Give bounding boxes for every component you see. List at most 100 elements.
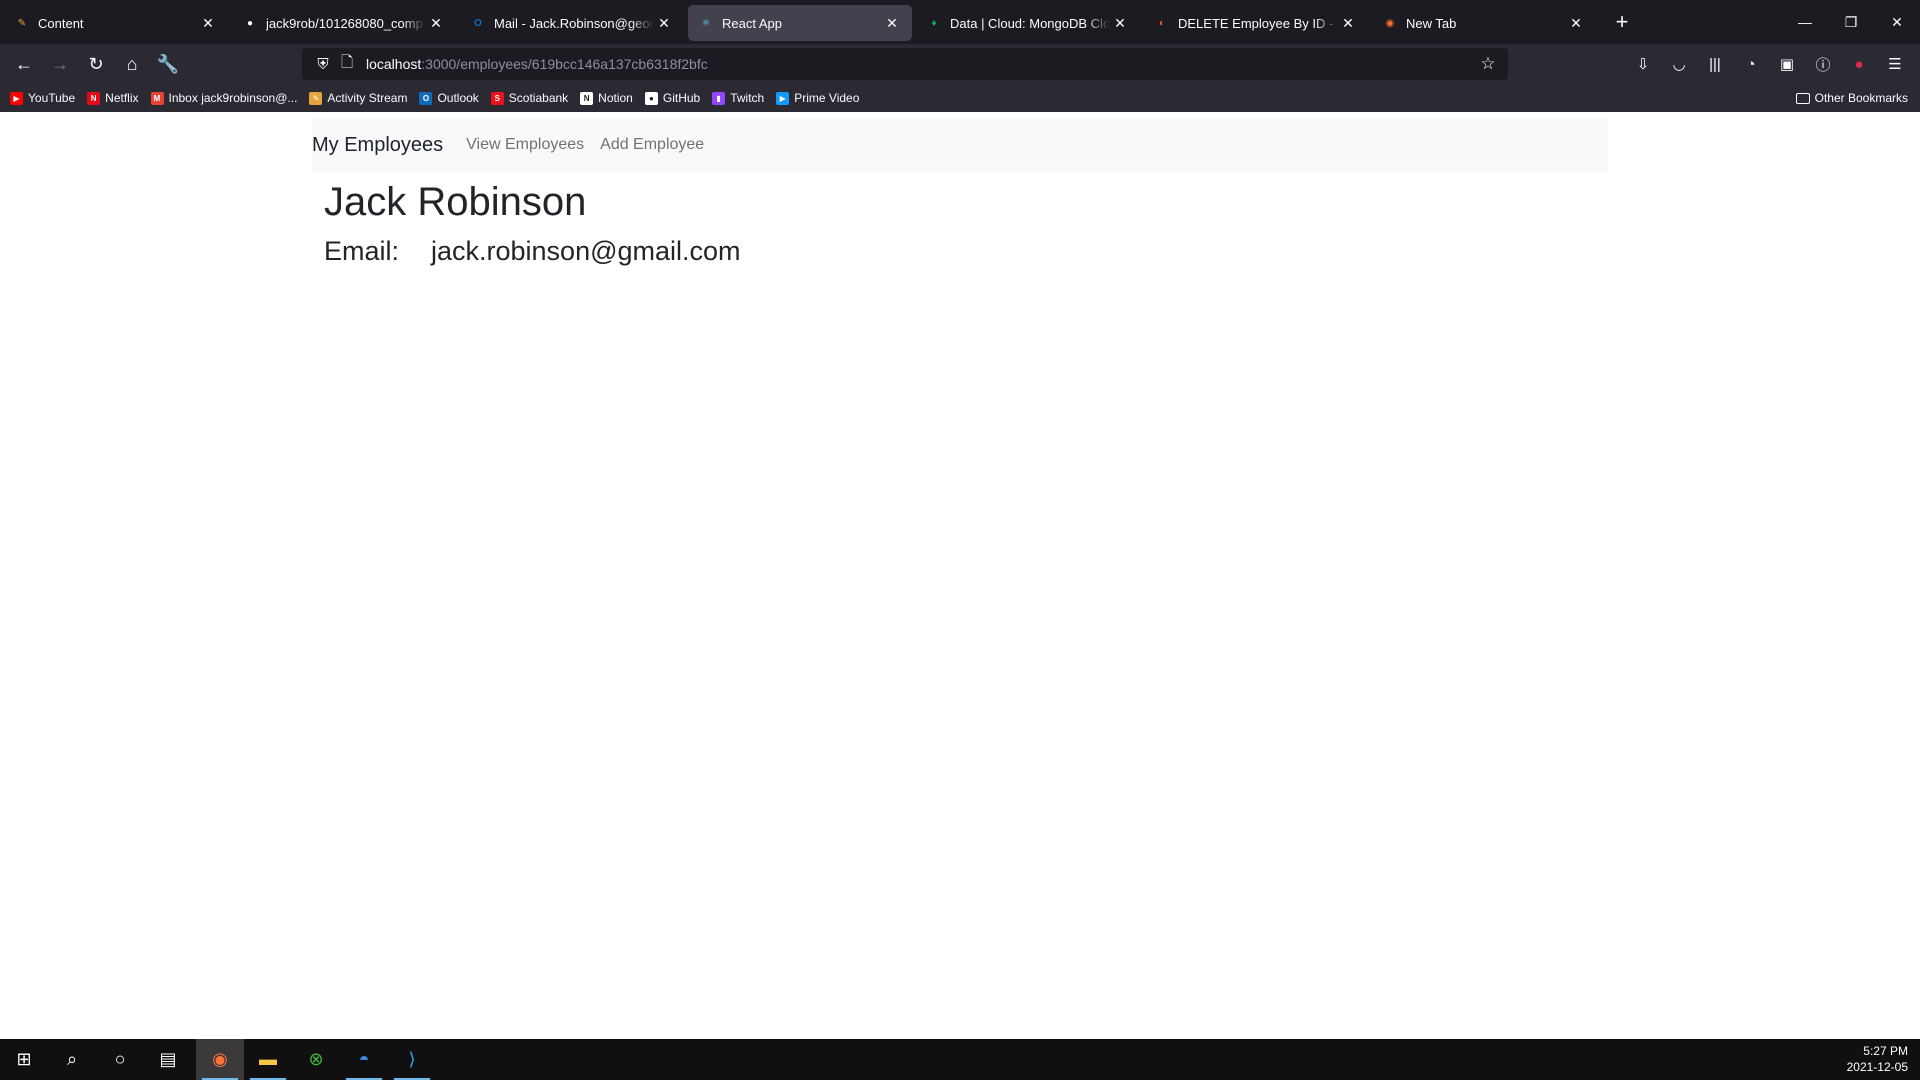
- close-window-button[interactable]: ✕: [1874, 0, 1920, 44]
- browser-tab[interactable]: O Mail - Jack.Robinson@georgebrown✕: [460, 5, 684, 41]
- bookmark-item[interactable]: S Scotiabank: [490, 91, 569, 105]
- navbar-brand[interactable]: My Employees: [312, 134, 443, 157]
- bookmark-label: Outlook: [437, 91, 479, 105]
- close-tab-icon[interactable]: ✕: [198, 13, 218, 33]
- url-host: localhost: [366, 56, 422, 72]
- bookmark-label: Netflix: [105, 91, 139, 105]
- extension-lock-icon[interactable]: ●: [1847, 52, 1871, 76]
- bookmark-item[interactable]: ▶ Prime Video: [776, 91, 859, 105]
- browser-tab[interactable]: ● jack9rob/101268080_comp3123✕: [232, 5, 456, 41]
- bookmark-favicon-icon: ✎: [309, 91, 323, 105]
- bookmark-label: Activity Stream: [327, 91, 408, 105]
- bookmark-item[interactable]: M Inbox jack9robinson@...: [150, 91, 298, 105]
- start-button[interactable]: ⊞: [0, 1039, 48, 1080]
- bookmark-label: Twitch: [730, 91, 765, 105]
- new-tab-button[interactable]: +: [1606, 6, 1638, 38]
- minimize-window-button[interactable]: —: [1782, 0, 1828, 44]
- customize-wrench-button[interactable]: 🔧: [154, 50, 182, 78]
- library-icon[interactable]: |||: [1703, 52, 1727, 76]
- home-button[interactable]: ⌂: [118, 50, 146, 78]
- close-tab-icon[interactable]: ✕: [426, 13, 446, 33]
- file-explorer-taskbar-icon[interactable]: ▬: [244, 1039, 292, 1080]
- close-tab-icon[interactable]: ✕: [882, 13, 902, 33]
- tab-favicon-icon: ♦: [931, 17, 937, 29]
- menu-hamburger-icon[interactable]: ☰: [1883, 52, 1907, 76]
- tab-title: Data | Cloud: MongoDB Cloud: [950, 15, 1110, 31]
- clock-time: 5:27 PM: [1863, 1044, 1908, 1058]
- folder-icon: [1795, 92, 1810, 104]
- extension-k-icon[interactable]: ▣: [1775, 52, 1799, 76]
- tracking-protection-shield-icon[interactable]: ⛨: [312, 56, 334, 73]
- tab-favicon-icon: ⚛: [701, 17, 711, 29]
- tab-favicon-icon: ●: [246, 17, 254, 29]
- bookmark-item[interactable]: N Notion: [580, 91, 633, 105]
- tab-title: Content: [38, 15, 84, 31]
- bookmark-favicon-icon: O: [419, 91, 433, 105]
- close-tab-icon[interactable]: ✕: [1338, 13, 1358, 33]
- close-tab-icon[interactable]: ✕: [654, 13, 674, 33]
- browser-tab[interactable]: ⚛ React App ✕: [688, 5, 912, 41]
- vscode-taskbar-icon[interactable]: ⟩: [388, 1039, 436, 1080]
- page-info-icon[interactable]: 🗋: [336, 52, 358, 77]
- bookmark-favicon-icon: N: [87, 91, 101, 105]
- bookmark-item[interactable]: ▶ YouTube: [10, 91, 75, 105]
- restore-window-button[interactable]: ❐: [1828, 0, 1874, 44]
- url-text[interactable]: localhost:3000/employees/619bcc146a137cb…: [366, 56, 708, 72]
- bookmark-label: Inbox jack9robinson@...: [168, 91, 298, 105]
- bookmark-favicon-icon: ▮: [712, 91, 726, 105]
- nav-link-add-employee[interactable]: Add Employee: [600, 136, 704, 154]
- bookmark-label: Scotiabank: [508, 91, 569, 105]
- employee-email-row: Email: jack.robinson@gmail.com: [324, 236, 741, 267]
- tab-favicon-icon: O: [474, 17, 482, 29]
- windows-taskbar: ⊞ ⌕ ○ ▤ ◉ ▬ ⊗ ◓ ⟩ 5:27 PM 2021-12-05: [0, 1039, 1920, 1080]
- password-manager-icon[interactable]: ⓘ: [1811, 52, 1835, 76]
- bookmark-item[interactable]: ● GitHub: [644, 91, 700, 105]
- search-icon[interactable]: ⌕: [48, 1039, 96, 1080]
- task-view-icon[interactable]: ▤: [144, 1039, 192, 1080]
- other-bookmarks-button[interactable]: Other Bookmarks: [1795, 84, 1908, 112]
- navigation-toolbar: ← → ↻ ⌂ 🔧 ⛨ 🗋 localhost:3000/employees/6…: [0, 44, 1920, 84]
- app-navbar: My Employees View Employees Add Employee: [312, 118, 1608, 172]
- bookmark-label: Notion: [598, 91, 633, 105]
- pocket-icon[interactable]: ◡: [1667, 52, 1691, 76]
- tab-title: React App: [722, 15, 782, 31]
- tab-favicon-icon: ◉: [1385, 17, 1395, 29]
- url-path: :3000/employees/619bcc146a137cb6318f2bfc: [421, 56, 708, 72]
- bookmark-item[interactable]: ✎ Activity Stream: [309, 91, 407, 105]
- clock-date: 2021-12-05: [1846, 1060, 1908, 1074]
- browser-tab[interactable]: ◐ DELETE Employee By ID - comp3123✕: [1144, 5, 1368, 41]
- bookmark-label: Prime Video: [794, 91, 860, 105]
- back-button[interactable]: ←: [10, 50, 38, 78]
- email-label: Email:: [324, 236, 400, 266]
- downloads-icon[interactable]: ⇩: [1631, 52, 1655, 76]
- email-value: jack.robinson@gmail.com: [431, 236, 741, 266]
- close-tab-icon[interactable]: ✕: [1110, 13, 1130, 33]
- xbox-taskbar-icon[interactable]: ⊗: [292, 1039, 340, 1080]
- tab-title: Mail - Jack.Robinson@georgebrown: [494, 15, 654, 31]
- bookmark-star-icon[interactable]: ☆: [1476, 52, 1500, 76]
- browser-tab[interactable]: ♦ Data | Cloud: MongoDB Cloud ✕: [916, 5, 1140, 41]
- close-tab-icon[interactable]: ✕: [1566, 13, 1586, 33]
- forward-button[interactable]: →: [46, 50, 74, 78]
- browser-tab[interactable]: ◉ New Tab ✕: [1372, 5, 1596, 41]
- tab-favicon-icon: ◐: [1158, 17, 1166, 29]
- tab-list: ✎Content✕●jack9rob/101268080_comp3123✕OM…: [0, 0, 1596, 44]
- bookmark-item[interactable]: O Outlook: [419, 91, 479, 105]
- other-bookmarks-label: Other Bookmarks: [1814, 91, 1908, 105]
- app-taskbar-icon[interactable]: ◓: [340, 1039, 388, 1080]
- cortana-icon[interactable]: ○: [96, 1039, 144, 1080]
- firefox-taskbar-icon[interactable]: ◉: [196, 1039, 244, 1080]
- tab-title: jack9rob/101268080_comp3123: [266, 15, 426, 31]
- bookmarks-toolbar: ▶ YouTube N Netflix M Inbox jack9robinson@...…: [0, 84, 1920, 112]
- bookmark-favicon-icon: ▶: [776, 91, 790, 105]
- page-viewport: My Employees View Employees Add Employee…: [0, 112, 1920, 1039]
- system-clock[interactable]: 5:27 PM 2021-12-05: [1847, 1043, 1908, 1075]
- address-bar[interactable]: ⛨ 🗋 localhost:3000/employees/619bcc146a1…: [302, 48, 1508, 80]
- extension-clock-icon[interactable]: ◔: [1739, 52, 1763, 76]
- reload-button[interactable]: ↻: [82, 50, 110, 78]
- browser-tab[interactable]: ✎ Content ✕: [4, 5, 228, 41]
- browser-tab-strip: ✎Content✕●jack9rob/101268080_comp3123✕OM…: [0, 0, 1920, 44]
- nav-link-view-employees[interactable]: View Employees: [466, 136, 584, 154]
- bookmark-item[interactable]: N Netflix: [87, 91, 139, 105]
- bookmark-item[interactable]: ▮ Twitch: [712, 91, 764, 105]
